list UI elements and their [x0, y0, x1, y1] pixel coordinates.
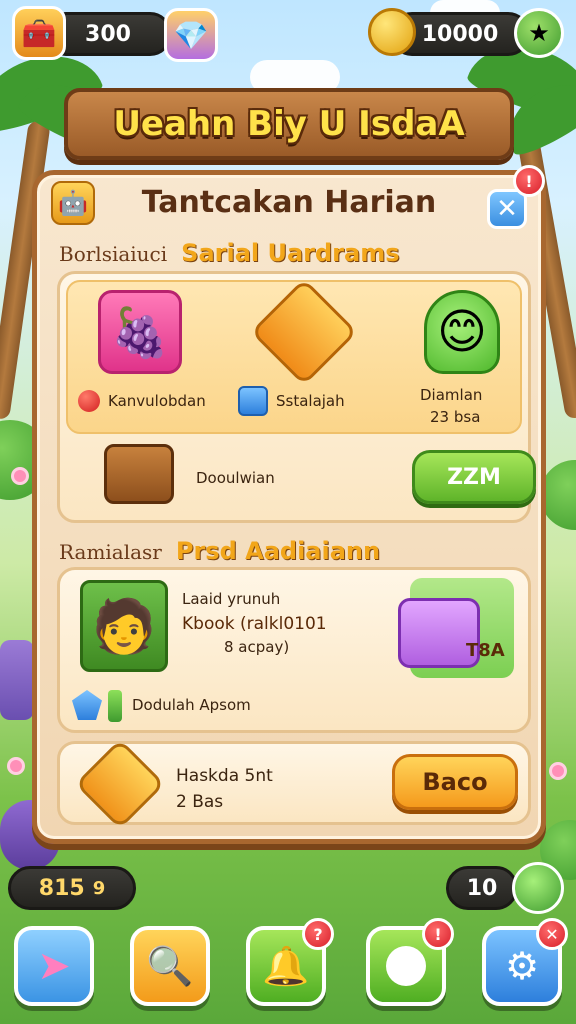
egg-icon [386, 946, 426, 986]
daily-rewards-card: 🍇 Kanvulobdan Sstalajah 😊 Diamlan 23 bsa… [57, 271, 536, 523]
treasure-chest-icon [104, 444, 174, 504]
nav-settings-badge: ✕ [536, 918, 568, 950]
blue-book-icon [238, 386, 268, 416]
reward-1-label: Kanvulobdan [108, 392, 206, 410]
arrow-icon: ➤ [37, 943, 71, 989]
gem-shop-icon[interactable]: 💎 [164, 8, 218, 62]
task-title: Haskda 5nt [176, 766, 273, 786]
nav-egg-badge: ! [422, 918, 454, 950]
decor-pot [0, 640, 34, 720]
bottom-left-value: 815 [38, 875, 85, 901]
partner-line-1: Laaid yrunuh [182, 590, 281, 608]
flower [10, 760, 22, 772]
nav-search-button[interactable]: 🔍 [130, 926, 210, 1006]
daily-section-title: Sarial Uardrams [181, 239, 400, 267]
bell-icon: 🔔 [262, 943, 310, 988]
green-crystal-icon [108, 690, 122, 722]
coin-counter-value: 10000 [421, 21, 499, 47]
magnifier-icon: 🔍 [146, 943, 194, 988]
go-button[interactable]: Baco [392, 754, 518, 810]
close-icon: ✕ [496, 194, 518, 224]
bottom-right-value: 10 [466, 875, 498, 901]
partner-line-2: Kbook (ralkl0101 [182, 614, 327, 634]
nav-arrow-button[interactable]: ➤ [14, 926, 94, 1006]
apple-icon [78, 390, 100, 412]
banner-title: Ueahn Biy U IsdaA [113, 104, 465, 144]
green-slime-icon[interactable]: 😊 [424, 290, 500, 374]
nav-settings-button[interactable]: ⚙ ✕ [482, 918, 568, 1006]
claim-button[interactable]: ZZM [412, 450, 536, 504]
add-star-icon[interactable]: ★ [514, 8, 564, 58]
reward-3-label: Diamlan [420, 386, 483, 404]
task-sub: 2 Bas [176, 792, 224, 812]
partner-section-heading: Ramialasr Prsd Aadiaiann [59, 537, 380, 565]
daily-section-heading: Borlsiaiuci Sarial Uardrams [59, 239, 400, 267]
alert-icon: ! [525, 171, 533, 191]
nav-settings-badge-text: ✕ [545, 924, 559, 944]
coin-icon [368, 8, 416, 56]
golden-box-icon[interactable] [250, 278, 358, 386]
daily-section-sub: Borlsiaiuci [59, 242, 168, 266]
gear-icon: ⚙ [504, 944, 540, 988]
nav-egg-badge-text: ! [434, 924, 442, 944]
panel-alert-badge: ! [513, 165, 545, 197]
golden-gear-icon [74, 738, 166, 830]
partner-line-3: 8 acpay) [224, 638, 290, 656]
partner-section-title: Prsd Aadiaiann [175, 537, 381, 565]
title-banner: Ueahn Biy U IsdaA [64, 88, 514, 160]
fruit-basket-icon[interactable]: 🍇 [98, 290, 182, 374]
blue-gem-icon [72, 690, 102, 720]
bottom-right-counter: 10 [446, 866, 518, 910]
add-resource-icon[interactable] [512, 862, 564, 914]
character-avatar[interactable]: 🧑 [80, 580, 168, 672]
go-button-label: Baco [422, 768, 488, 796]
gem-label: Dodulah Apsom [132, 696, 251, 714]
bottom-left-badge: 9 [92, 877, 106, 899]
chest-label: Dooulwian [196, 469, 275, 487]
reward-2-label: Sstalajah [276, 392, 345, 410]
claim-button-label: ZZM [447, 464, 501, 490]
daily-tasks-panel: 🤖 Tantcakan Harian ✕ ! Borlsiaiuci Saria… [32, 165, 546, 844]
bottom-left-counter: 815 9 [8, 866, 136, 910]
nav-bell-badge-text: ? [313, 924, 323, 944]
flower [552, 765, 564, 777]
flower [14, 470, 26, 482]
resource-counter-left-value: 300 [85, 21, 131, 47]
panel-title: Tantcakan Harian [141, 185, 437, 220]
nav-bell-button[interactable]: 🔔 ? [246, 918, 334, 1006]
treasure-chest-icon[interactable]: 🧰 [12, 6, 66, 60]
reward-3-sub: 23 bsa [430, 408, 481, 426]
reward-badge: T8A [466, 640, 505, 661]
partner-card: 🧑 Laaid yrunuh Kbook (ralkl0101 8 acpay)… [57, 567, 531, 733]
daily-rewards-row: 🍇 Kanvulobdan Sstalajah 😊 Diamlan 23 bsa [66, 278, 522, 434]
partner-section-sub: Ramialasr [59, 540, 162, 564]
nav-bell-badge: ? [302, 918, 334, 950]
task-card: Haskda 5nt 2 Bas Baco [57, 738, 531, 830]
nav-egg-button[interactable]: ! [366, 918, 454, 1006]
